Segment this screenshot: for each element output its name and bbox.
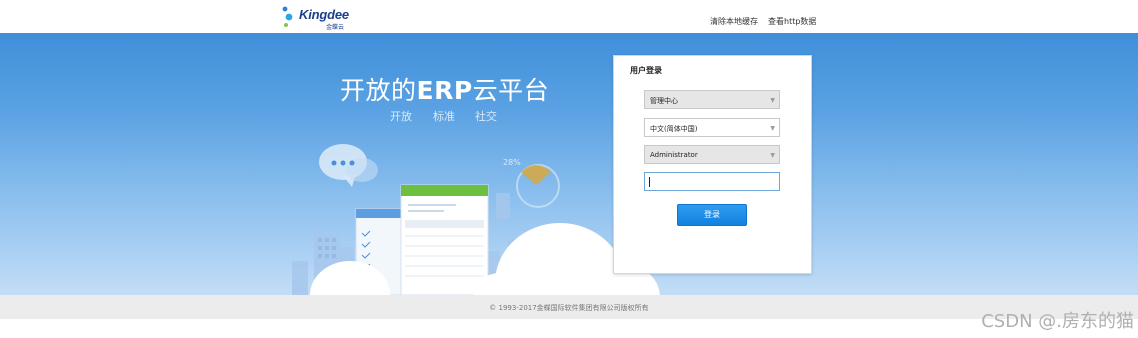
chat-bubble-icon xyxy=(319,144,378,187)
hero-title: 开放的ERP云平台 xyxy=(340,76,550,105)
text-cursor xyxy=(649,177,650,187)
username-value: Administrator xyxy=(650,151,698,159)
tagline-open: 开放 xyxy=(390,110,412,123)
footer: © 1993-2017金蝶国际软件集团有限公司版权所有 xyxy=(0,295,1138,319)
chevron-down-icon: ▼ xyxy=(770,125,775,132)
login-button[interactable]: 登录 xyxy=(677,204,747,226)
clear-cache-link[interactable]: 清除本地缓存 xyxy=(710,16,758,27)
datacenter-value: 管理中心 xyxy=(650,97,678,105)
view-http-data-link[interactable]: 查看http数据 xyxy=(768,16,816,27)
hero-banner: 28% 开放的ERP云平台 开放 标准 社交 xyxy=(0,33,1138,295)
top-header: Kingdee 金蝶云 清除本地缓存 查看http数据 xyxy=(0,0,1138,33)
brand-name: Kingdee xyxy=(299,7,349,22)
chevron-down-icon: ▼ xyxy=(770,97,775,104)
datacenter-select[interactable]: 管理中心 ▼ xyxy=(644,90,780,109)
tagline-social: 社交 xyxy=(475,110,497,123)
username-field[interactable]: Administrator ▼ xyxy=(644,145,780,164)
tagline-standard: 标准 xyxy=(433,110,455,123)
percent-label: 28% xyxy=(503,158,521,167)
brand-subtitle: 金蝶云 xyxy=(326,24,345,31)
watermark: CSDN @.房东的猫 xyxy=(981,311,1134,332)
hero-illustration: 28% xyxy=(292,144,660,295)
password-field[interactable] xyxy=(644,172,780,191)
language-value: 中文(简体中国) xyxy=(650,125,698,133)
login-panel: 用户登录 管理中心 ▼ 中文(简体中国) ▼ Administrator ▼ 登… xyxy=(613,55,812,274)
login-title: 用户登录 xyxy=(630,66,662,75)
logo-dots-icon xyxy=(282,6,293,27)
kingdee-logo[interactable]: Kingdee 金蝶云 xyxy=(282,6,352,31)
chevron-down-icon: ▼ xyxy=(770,152,775,159)
language-select[interactable]: 中文(简体中国) ▼ xyxy=(644,118,780,137)
copyright-text: © 1993-2017金蝶国际软件集团有限公司版权所有 xyxy=(489,304,649,312)
